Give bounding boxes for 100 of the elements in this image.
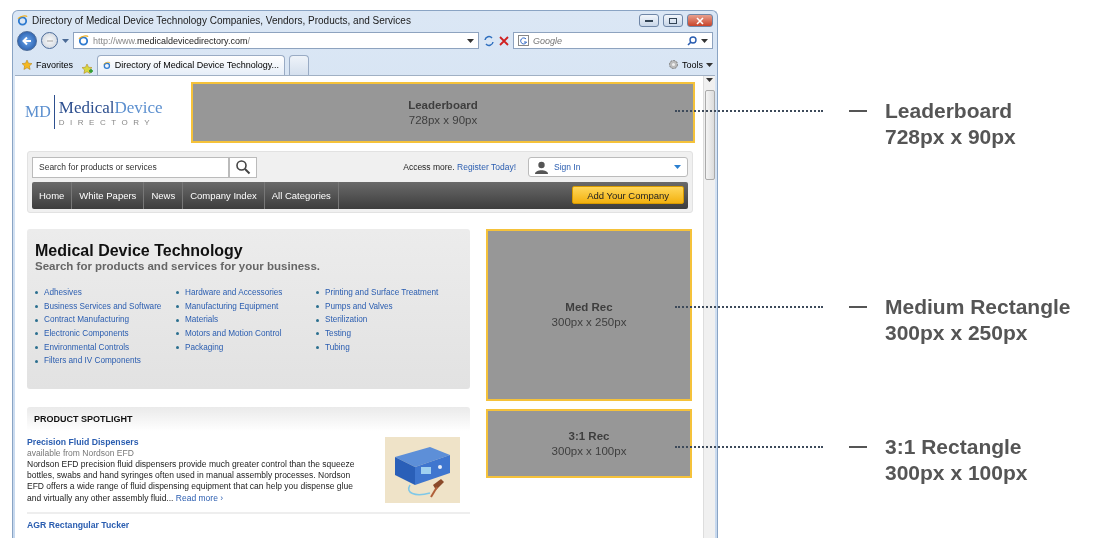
stop-icon[interactable] — [499, 35, 509, 46]
window-title: Directory of Medical Device Technology Companies, Vendors, Products, and Services — [32, 15, 412, 27]
favorites-button[interactable]: Favorites — [17, 54, 77, 75]
product-description: Nordson EFD precision fluid dispensers provide much greater control than the squeeze bottles, swabs and hand syringes often used in manual assembly processes. Nordson EFD offers a wide range of fluid dispensing equipment that can help you dispense glue and virtually any other assembly fluid... Read more › — [27, 458, 356, 504]
bullet-icon — [316, 345, 319, 349]
product-title[interactable]: Precision Fluid Dispensers — [27, 436, 369, 447]
scroll-thumb[interactable] — [704, 89, 715, 180]
refresh-icon[interactable] — [483, 34, 495, 47]
caret-icon — [674, 165, 681, 170]
bullet-icon — [35, 345, 38, 349]
category-link[interactable]: Testing — [316, 326, 462, 341]
search-field[interactable]: Google — [513, 32, 713, 50]
caret-icon — [467, 38, 474, 43]
search-icon — [687, 35, 697, 46]
category-link[interactable]: Tubing — [316, 340, 462, 355]
bullet-icon — [316, 318, 319, 322]
bullet-icon — [176, 345, 179, 349]
annotation-title: 3:1 Rectangle — [885, 434, 1023, 460]
nav-link[interactable]: Home — [32, 181, 73, 209]
minimize-icon — [645, 19, 653, 23]
category-link[interactable]: Contract Manufacturing — [35, 313, 176, 327]
forward-button[interactable] — [41, 32, 58, 50]
bullet-icon — [176, 318, 179, 322]
register-link[interactable]: Register Today! — [457, 162, 516, 173]
tools-menu[interactable]: Tools — [668, 54, 713, 75]
ad-title: Med Rec — [565, 301, 613, 314]
panel-title: Medical Device Technology — [35, 241, 244, 260]
ad-title: Leaderboard — [408, 98, 478, 111]
browser-logo-icon — [78, 35, 89, 47]
site-search-field[interactable]: Search for products or services — [32, 156, 229, 178]
ad-title: 3:1 Rec — [568, 429, 610, 442]
add-favorite-icon — [81, 62, 93, 75]
category-link[interactable]: Filters and IV Components — [35, 354, 176, 369]
product-title[interactable]: AGR Rectangular Tucker — [27, 520, 470, 530]
bullet-icon — [35, 332, 38, 336]
nav-link[interactable]: Company Index — [183, 181, 265, 209]
dash-mark — [849, 446, 867, 448]
ad-size: 728px x 90px — [408, 113, 478, 126]
gear-icon — [668, 59, 679, 71]
product-source: available from Nordson EFD — [27, 447, 135, 458]
category-link[interactable]: Materials — [176, 313, 316, 327]
search-button[interactable] — [229, 156, 257, 178]
maximize-button[interactable] — [663, 14, 683, 28]
caret-icon — [701, 38, 708, 43]
scrollbar[interactable] — [703, 75, 715, 538]
category-link[interactable]: Printing and Surface Treatment — [316, 285, 462, 300]
category-link[interactable]: Adhesives — [35, 285, 176, 300]
annotation-title: Medium Rectangle — [885, 294, 1071, 320]
caret-icon — [706, 77, 713, 82]
bullet-icon — [35, 359, 38, 363]
add-favorite-button[interactable] — [81, 62, 93, 75]
bullet-icon — [316, 332, 319, 336]
sign-in-dropdown[interactable]: Sign In — [528, 157, 688, 178]
back-button[interactable] — [17, 30, 37, 51]
bullet-icon — [316, 304, 319, 308]
access-text: Access more. Register Today! — [403, 162, 516, 173]
close-button[interactable] — [687, 14, 713, 28]
category-link[interactable]: Manufacturing Equipment — [176, 299, 316, 314]
dash-mark — [849, 110, 867, 112]
star-icon — [21, 58, 33, 71]
browser-logo-icon — [103, 59, 111, 71]
address-field[interactable]: http://www.medicaldevicedirectory.com/ — [73, 32, 479, 50]
user-icon — [535, 160, 548, 174]
dash-mark — [849, 306, 867, 308]
bullet-icon — [176, 291, 179, 295]
nav-link[interactable]: White Papers — [72, 181, 145, 209]
maximize-icon — [669, 17, 677, 24]
bullet-icon — [316, 291, 319, 295]
add-company-button[interactable]: Add Your Company — [572, 186, 684, 205]
nav-link[interactable]: All Categories — [264, 181, 339, 209]
category-link[interactable]: Packaging — [176, 340, 316, 355]
category-link[interactable]: Motors and Motion Control — [176, 326, 316, 341]
site-logo: MD MedicalDevice DIRECTORY — [25, 95, 185, 130]
search-icon — [235, 159, 251, 176]
browser-tab[interactable]: Directory of Medical Device Technology... — [97, 54, 285, 75]
annotation-size: 300px x 100px — [885, 460, 1028, 486]
bullet-icon — [176, 332, 179, 336]
category-link[interactable]: Sterilization — [316, 313, 462, 327]
ad-size: 300px x 100px — [551, 444, 627, 457]
minimize-button[interactable] — [639, 14, 659, 28]
annotation-title: Leaderboard — [885, 98, 1014, 124]
read-more-link[interactable]: Read more › — [175, 492, 224, 503]
browser-logo-icon — [17, 15, 28, 27]
close-icon — [696, 16, 704, 25]
bullet-icon — [35, 318, 38, 322]
nav-link[interactable]: News — [144, 181, 184, 209]
search-provider-icon — [518, 35, 529, 47]
favorites-label: Favorites — [36, 59, 73, 70]
annotation-size: 728px x 90px — [885, 124, 1016, 150]
caret-icon — [62, 38, 69, 43]
annotation-size: 300px x 250px — [885, 320, 1029, 346]
category-link[interactable]: Hardware and Accessories — [176, 285, 316, 300]
back-arrow-icon — [22, 35, 32, 46]
category-link[interactable]: Environmental Controls — [35, 340, 176, 355]
category-link[interactable]: Electronic Components — [35, 326, 176, 341]
ad-size: 300px x 250px — [551, 316, 627, 329]
category-link[interactable]: Business Services and Software — [35, 299, 176, 314]
category-link[interactable]: Pumps and Valves — [316, 299, 462, 314]
caret-icon — [706, 62, 713, 67]
bullet-icon — [35, 291, 38, 295]
